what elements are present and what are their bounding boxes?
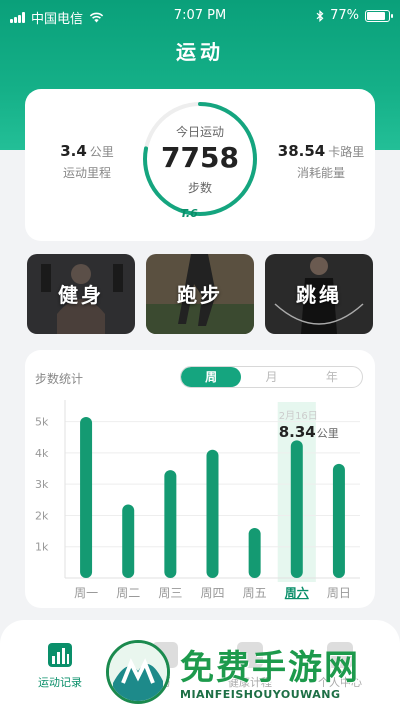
category-jump-rope[interactable]: 跳绳: [265, 254, 373, 334]
battery-percent: 77%: [330, 8, 359, 23]
bar: [122, 504, 135, 578]
highlight-date: 2月16日: [279, 410, 318, 422]
x-tick-label: 周日: [327, 586, 351, 600]
x-tick-label: 周四: [200, 586, 224, 600]
chart-bars-icon: [48, 643, 72, 667]
y-tick-label: 2k: [35, 509, 49, 522]
steps-bar-chart: 1k 2k 3k 4k 5k 周一 周二 周三 周四 周五 周六 周日 2月16日8.34 公里: [35, 400, 360, 600]
steps-ring[interactable]: 今日运动 7758 步数 T.6: [140, 97, 260, 221]
x-tick-label: 周二: [116, 586, 140, 600]
bar: [248, 527, 261, 578]
category-label: 跑步: [177, 283, 223, 307]
x-tick-label: 周六: [285, 585, 309, 600]
watermark-title: 免费手游网: [180, 648, 360, 688]
y-tick-label: 1k: [35, 541, 49, 554]
category-running[interactable]: 跑步: [146, 254, 254, 334]
today-summary-card: 3.4 公里 运动里程 今日运动 7758 步数 T.6 38.54 卡路里 消耗能…: [25, 89, 375, 241]
calories-value: 38.54: [277, 142, 326, 160]
bar: [332, 463, 345, 578]
x-tick-label: 周五: [243, 586, 267, 600]
bar: [164, 470, 177, 578]
date-mark: T.6: [180, 207, 198, 220]
distance-stat: 3.4 公里 运动里程: [47, 142, 127, 181]
watermark-subtitle: MIANFEISHOUYOUWANG: [180, 688, 341, 701]
category-label: 健身: [58, 283, 104, 307]
steps-value: 7758: [161, 141, 239, 174]
battery-icon: [365, 9, 393, 22]
y-tick-label: 4k: [35, 447, 49, 460]
nav-activity-records[interactable]: 运动记录: [25, 642, 95, 690]
page-title: 运动: [176, 40, 224, 64]
bluetooth-icon: [316, 9, 324, 22]
category-label: 跳绳: [296, 283, 342, 307]
activity-categories: 健身 跑步 跳绳: [27, 254, 373, 334]
highlight-value: 8.34: [279, 423, 316, 441]
category-fitness[interactable]: 健身: [27, 254, 135, 334]
highlight-unit: 公里: [317, 427, 339, 440]
step-stats-card: 步数统计 周 月 年 1k 2k 3k 4k 5k 周一 周二 周三 周四 周五 周六 周日 2月16日…: [25, 350, 375, 608]
status-bar: 中国电信 7:07 PM 77%: [0, 0, 400, 32]
distance-unit: 公里: [89, 145, 114, 159]
distance-value: 3.4: [60, 142, 87, 160]
distance-label: 运动里程: [62, 166, 111, 180]
watermark: 免费手游网 MIANFEISHOUYOUWANG: [100, 630, 400, 711]
nav-label: 运动记录: [38, 676, 82, 689]
bar: [206, 449, 219, 578]
ring-label: 今日运动: [175, 125, 224, 139]
bar: [80, 416, 93, 578]
y-tick-label: 5k: [35, 416, 49, 429]
calories-unit: 卡路里: [328, 145, 365, 159]
calories-label: 消耗能量: [296, 166, 345, 180]
bar: [290, 440, 303, 578]
y-tick-label: 3k: [35, 478, 49, 491]
x-tick-label: 周一: [74, 586, 98, 600]
steps-unit: 步数: [187, 181, 212, 195]
x-tick-label: 周三: [158, 586, 182, 600]
watermark-logo: [106, 640, 170, 704]
calories-stat: 38.54 卡路里 消耗能量: [275, 142, 367, 181]
